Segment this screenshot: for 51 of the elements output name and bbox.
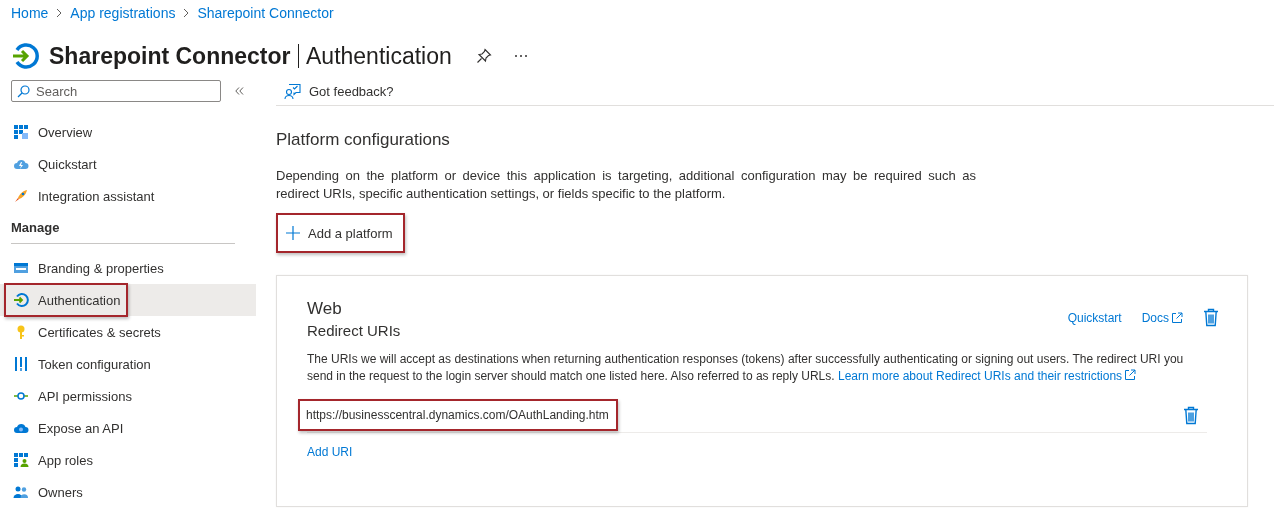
add-uri-link[interactable]: Add URI: [307, 445, 353, 459]
plus-icon: [286, 226, 300, 240]
arrow-circle-icon: [13, 292, 29, 308]
section-heading: Manage: [11, 214, 235, 244]
feedback-button[interactable]: Got feedback?: [284, 83, 394, 100]
sidebar-item[interactable]: API permissions: [0, 380, 256, 412]
card-link[interactable]: Quickstart: [1067, 310, 1122, 325]
breadcrumb-link[interactable]: Home: [11, 5, 49, 21]
card-icon: [13, 260, 29, 276]
sidebar-item[interactable]: Overview: [0, 116, 256, 148]
external-link-icon: [1124, 369, 1137, 381]
sidebar-item[interactable]: Expose an API: [0, 412, 256, 444]
add-platform-button[interactable]: Add a platform: [276, 213, 405, 253]
pin-icon[interactable]: [475, 48, 492, 64]
chevron-right-icon: [183, 8, 190, 18]
sidebar-item[interactable]: App roles: [0, 444, 256, 476]
card-subtitle: Redirect URIs: [307, 322, 401, 339]
people-icon: [13, 484, 29, 500]
sidebar-item[interactable]: Quickstart: [0, 148, 256, 180]
trash-icon[interactable]: [1203, 308, 1219, 327]
card-link[interactable]: Docs: [1141, 310, 1183, 325]
card-description: The URIs we will accept as destinations when returning authentication responses (tokens) after successfully authenticating or signing out users. The redirect URI you send in the request to the login server should match one listed here. Also referred to as reply URLs. Learn more about Redirect URIs and their restrictions: [307, 351, 1185, 385]
page-subtitle: Authentication: [306, 42, 452, 70]
sidebar-item[interactable]: Branding & properties: [0, 252, 256, 284]
grid-icon: [13, 124, 29, 140]
page-title: Sharepoint Connector: [49, 42, 291, 70]
description-text: Depending on the platform or device this application is targeting, additional configuration may be required such as redirect URIs, specific authentication settings, or fields specific to the platform.: [276, 167, 976, 203]
collapse-icon[interactable]: [235, 87, 244, 95]
sidebar-item[interactable]: Owners: [0, 476, 256, 508]
card-title: Web: [307, 299, 343, 319]
learn-more-link[interactable]: Learn more about Redirect URIs and their restrictions: [837, 369, 1137, 383]
feedback-person-icon: [284, 83, 301, 100]
trash-icon[interactable]: [1183, 405, 1199, 425]
external-link-icon: [1171, 311, 1183, 324]
search-field[interactable]: Search: [11, 80, 221, 102]
bars-icon: [13, 356, 29, 372]
sidebar-item[interactable]: Token configuration: [0, 348, 256, 380]
sidebar-item[interactable]: Certificates & secrets: [0, 316, 256, 348]
section-heading: Platform configurations: [276, 130, 451, 150]
chevron-right-icon: [56, 8, 63, 18]
breadcrumb-link[interactable]: App registrations: [70, 5, 176, 21]
rocket-icon: [13, 188, 29, 204]
more-icon[interactable]: [513, 54, 528, 58]
sidebar-item[interactable]: Integration assistant: [0, 180, 256, 212]
sidebar-item[interactable]: Authentication: [0, 284, 256, 316]
highlight-frame: Authentication: [4, 283, 129, 317]
app-logo-icon: [11, 42, 39, 70]
redirect-uri: https://businesscentral.dynamics.com/OAuthLanding.htm: [298, 399, 618, 431]
search-icon: [17, 85, 30, 98]
breadcrumb-link[interactable]: Sharepoint Connector: [197, 5, 334, 21]
grid-person-icon: [13, 452, 29, 468]
